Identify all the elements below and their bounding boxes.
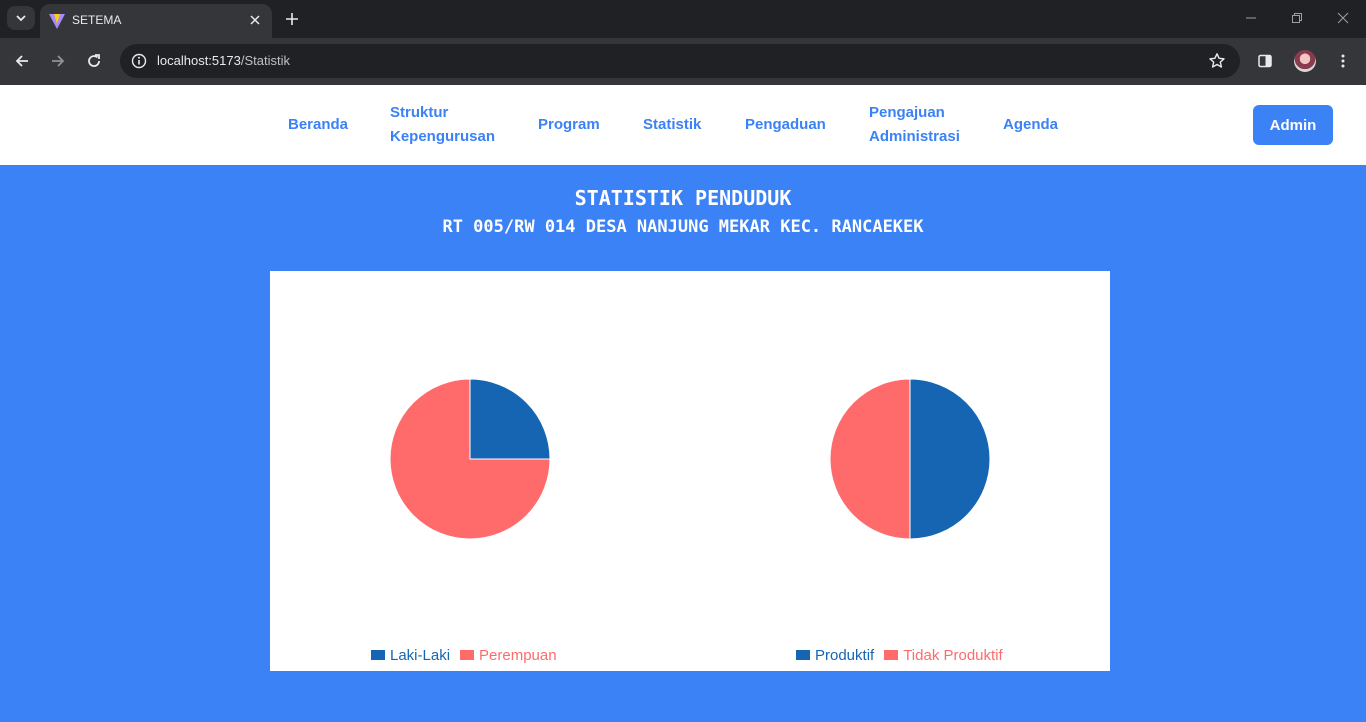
tab-title: SETEMA	[72, 13, 122, 27]
close-tab-icon[interactable]	[246, 11, 264, 29]
nav-label-line2: Kepengurusan	[390, 128, 496, 145]
vite-logo-icon	[49, 14, 65, 29]
url-text[interactable]: localhost:5173/Statistik	[157, 53, 290, 69]
nav-label: Struktur	[390, 104, 449, 121]
site-navbar: Beranda Struktur Kepengurusan Program Sta…	[0, 85, 1366, 165]
site-info-icon[interactable]	[128, 50, 150, 72]
browser-tab-strip: SETEMA	[0, 0, 1366, 38]
legend-label: Tidak Produktif	[903, 646, 1003, 664]
statistics-card: Laki-Laki Perempuan Produktif Tidak Prod…	[270, 271, 1110, 671]
nav-label: Statistik	[643, 116, 702, 133]
nav-agenda[interactable]: Agenda	[1003, 113, 1058, 137]
pie-slice-laki-laki[interactable]	[469, 378, 551, 460]
url-host: localhost:5173	[157, 53, 241, 68]
gender-pie-chart	[389, 378, 551, 540]
browser-toolbar: localhost:5173/Statistik	[0, 38, 1366, 85]
pie-slice-tidak-produktif[interactable]	[829, 378, 911, 540]
profile-avatar[interactable]	[1294, 50, 1316, 72]
nav-pengaduan[interactable]: Pengaduan	[745, 113, 826, 137]
productivity-pie-chart	[829, 378, 991, 540]
legend-swatch	[884, 650, 899, 660]
nav-statistik[interactable]: Statistik	[643, 113, 701, 137]
new-tab-icon[interactable]	[280, 7, 304, 31]
nav-beranda[interactable]: Beranda	[288, 113, 348, 137]
tab-search-button[interactable]	[7, 6, 35, 30]
nav-struktur-kepengurusan[interactable]: Struktur Kepengurusan	[390, 101, 495, 149]
close-window-icon[interactable]	[1330, 6, 1356, 30]
legend-label: Produktif	[815, 646, 875, 664]
bookmark-star-icon[interactable]	[1206, 50, 1228, 72]
admin-button[interactable]: Admin	[1253, 105, 1333, 145]
nav-program[interactable]: Program	[538, 113, 600, 137]
legend-item-laki-laki[interactable]: Laki-Laki	[371, 647, 450, 664]
address-bar[interactable]: localhost:5173/Statistik	[120, 44, 1240, 78]
legend-swatch	[796, 650, 810, 660]
legend-swatch	[460, 650, 475, 660]
productivity-legend: Produktif Tidak Produktif	[796, 645, 1013, 665]
nav-label: Program	[538, 116, 600, 133]
restore-icon[interactable]	[1284, 6, 1310, 30]
gender-legend: Laki-Laki Perempuan	[371, 645, 567, 665]
url-path: /Statistik	[240, 53, 290, 68]
minimize-icon[interactable]	[1238, 6, 1264, 30]
nav-label: Pengajuan	[869, 104, 945, 121]
chevron-down-icon	[16, 15, 26, 22]
forward-icon[interactable]	[45, 48, 71, 74]
side-panel-icon[interactable]	[1252, 48, 1278, 74]
legend-label: Perempuan	[479, 646, 557, 664]
more-menu-icon[interactable]	[1330, 48, 1356, 74]
nav-label: Beranda	[288, 116, 349, 133]
browser-tab[interactable]: SETEMA	[40, 4, 272, 38]
page-subtitle: RT 005/RW 014 DESA NANJUNG MEKAR KEC. RA…	[442, 217, 924, 237]
reload-icon[interactable]	[81, 48, 107, 74]
nav-label: Pengaduan	[745, 116, 826, 133]
legend-item-tidak-produktif[interactable]: Tidak Produktif	[884, 647, 1003, 664]
nav-pengajuan-administrasi[interactable]: Pengajuan Administrasi	[869, 101, 960, 149]
nav-label: Agenda	[1003, 116, 1059, 133]
page-title: STATISTIK PENDUDUK	[574, 186, 792, 210]
back-icon[interactable]	[9, 48, 35, 74]
nav-label-line2: Administrasi	[869, 128, 960, 145]
pie-slice-produktif[interactable]	[909, 378, 991, 540]
legend-swatch	[371, 650, 385, 660]
legend-item-produktif[interactable]: Produktif	[796, 647, 874, 664]
legend-label: Laki-Laki	[390, 646, 451, 664]
legend-item-perempuan[interactable]: Perempuan	[460, 647, 557, 664]
